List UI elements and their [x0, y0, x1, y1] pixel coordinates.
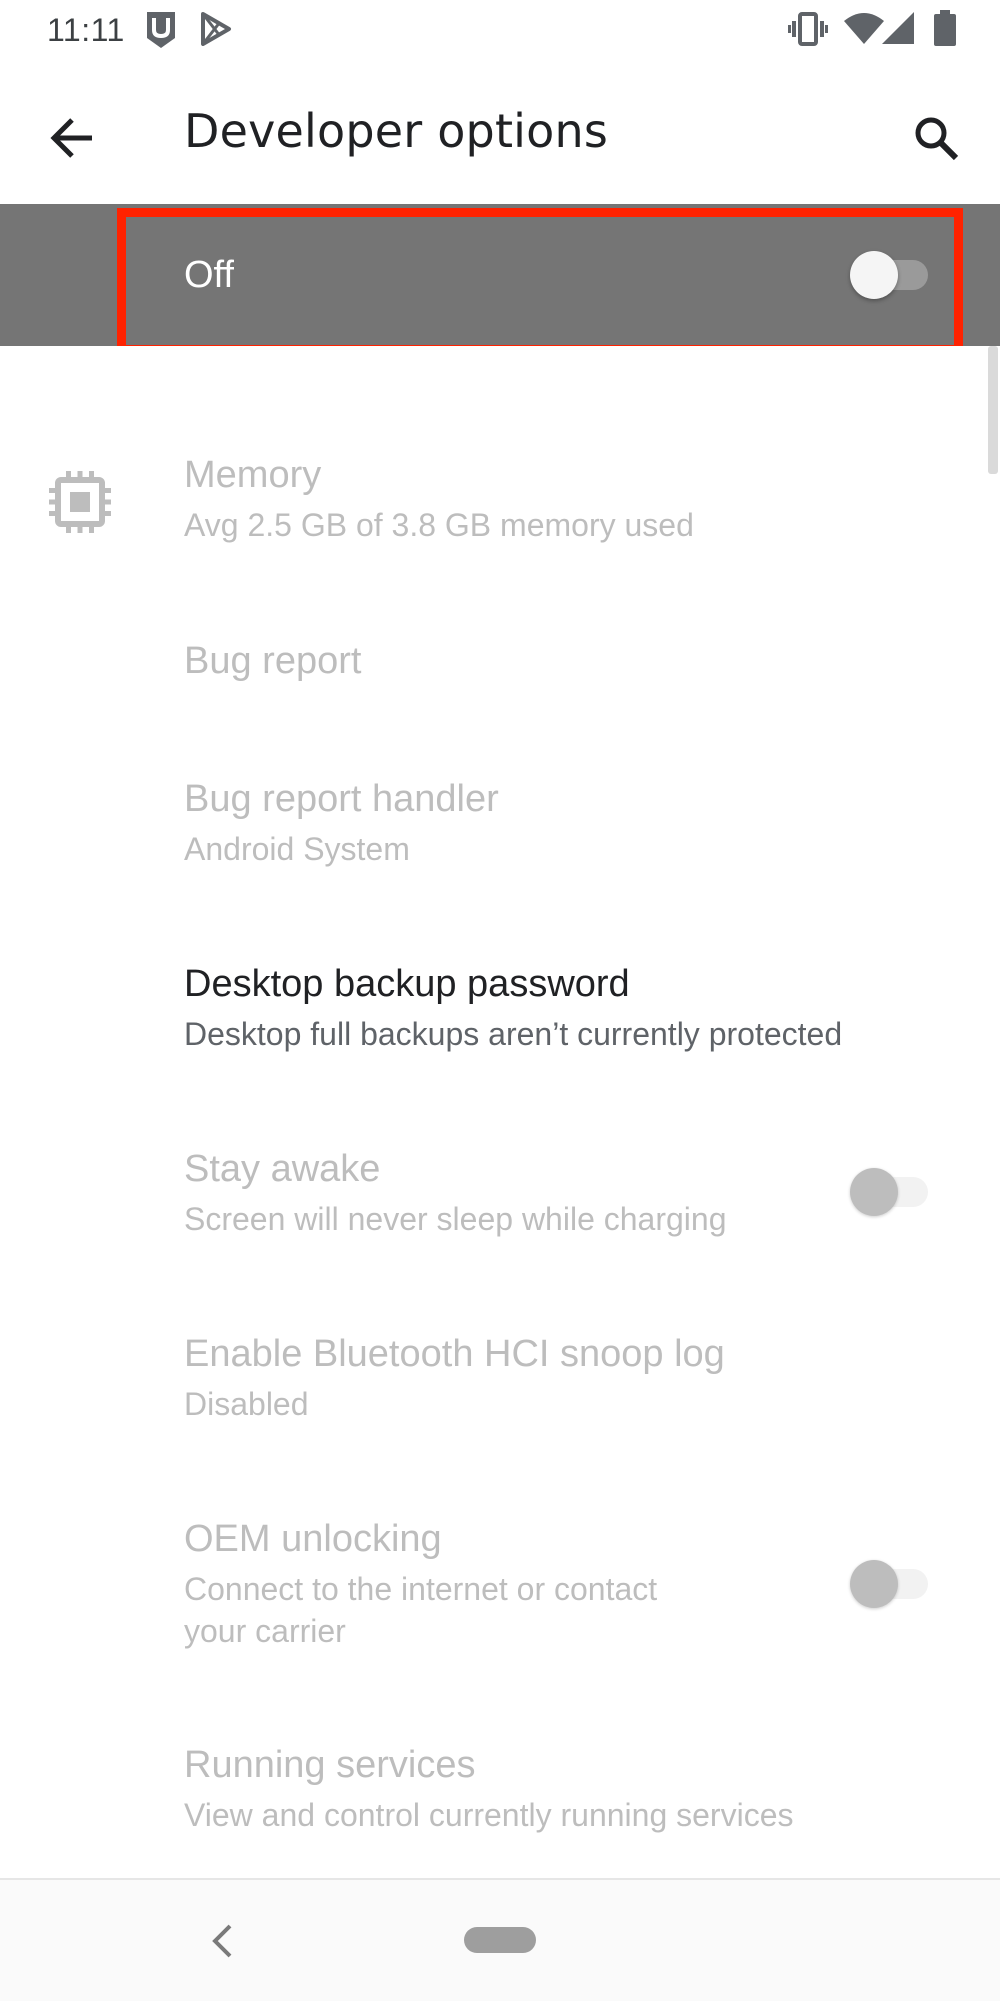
setting-summary: Avg 2.5 GB of 3.8 GB memory used: [184, 507, 694, 543]
app-bar: Developer options: [0, 60, 1000, 204]
arrow-back-icon: [50, 118, 92, 158]
toggle-thumb: [850, 1168, 898, 1216]
memory-chip-icon: [48, 470, 112, 534]
setting-title: OEM unlocking: [184, 1518, 442, 1560]
setting-title: Desktop backup password: [184, 963, 630, 1005]
setting-title: Bug report: [184, 640, 362, 682]
stay-awake-toggle[interactable]: [850, 1168, 934, 1216]
vibrate-icon: [788, 12, 828, 51]
back-button[interactable]: [40, 106, 104, 170]
setting-title: Bug report handler: [184, 778, 499, 820]
setting-title: Running services: [184, 1744, 476, 1786]
master-switch-label: Off: [184, 254, 234, 296]
search-button[interactable]: [904, 106, 968, 170]
setting-summary: Disabled: [184, 1386, 309, 1422]
setting-memory[interactable]: Memory Avg 2.5 GB of 3.8 GB memory used: [0, 440, 1000, 570]
highlight-box: [117, 208, 963, 354]
navigation-bar: [0, 1878, 1000, 2001]
setting-summary-line2: your carrier: [184, 1613, 346, 1649]
setting-title: Memory: [184, 454, 322, 496]
home-pill[interactable]: [464, 1927, 536, 1953]
search-icon: [915, 117, 959, 161]
toggle-thumb: [850, 1560, 898, 1608]
setting-desktop-backup-password[interactable]: Desktop backup password Desktop full bac…: [0, 945, 1000, 1075]
toggle-thumb: [850, 251, 898, 299]
setting-summary: Screen will never sleep while charging: [184, 1201, 727, 1237]
setting-summary-line1: Connect to the internet or contact: [184, 1571, 658, 1607]
setting-summary: View and control currently running servi…: [184, 1797, 794, 1833]
setting-running-services[interactable]: Running services View and control curren…: [0, 1730, 1000, 1860]
setting-title: Stay awake: [184, 1148, 381, 1190]
play-store-icon: [200, 12, 232, 51]
app-notification-icon: [144, 10, 178, 55]
setting-title: Enable Bluetooth HCI snoop log: [184, 1333, 725, 1375]
status-time: 11:11: [47, 12, 125, 48]
status-bar: 11:11: [0, 0, 1000, 60]
wifi-icon: [844, 12, 884, 49]
signal-icon: [882, 12, 916, 49]
setting-summary: Android System: [184, 831, 410, 867]
setting-bluetooth-hci-snoop-log[interactable]: Enable Bluetooth HCI snoop log Disabled: [0, 1315, 1000, 1445]
page-title: Developer options: [184, 104, 609, 158]
master-switch-toggle[interactable]: [850, 251, 934, 299]
battery-icon: [934, 10, 956, 51]
oem-unlocking-toggle[interactable]: [850, 1560, 934, 1608]
nav-back-icon: [212, 1924, 232, 1958]
setting-bug-report[interactable]: Bug report: [0, 620, 1000, 720]
setting-summary: Desktop full backups aren’t currently pr…: [184, 1016, 843, 1052]
nav-back-button[interactable]: [200, 1916, 244, 1966]
setting-bug-report-handler[interactable]: Bug report handler Android System: [0, 760, 1000, 890]
